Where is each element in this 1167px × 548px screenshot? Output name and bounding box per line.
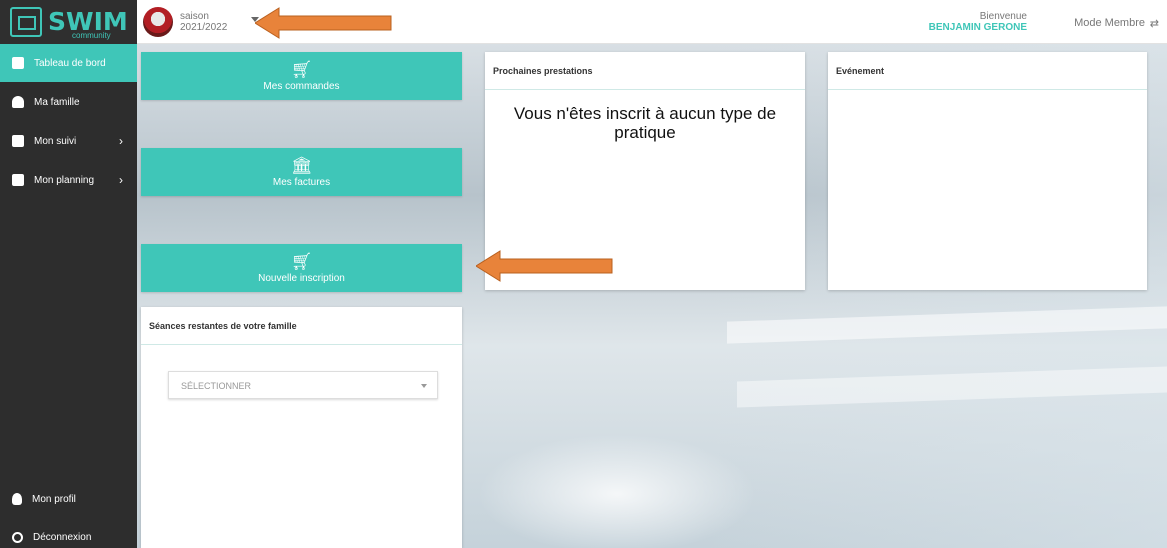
top-bar: SWIM community saison 2021/2022 Bienvenu… (0, 0, 1167, 44)
button-label: Nouvelle inscription (258, 272, 345, 284)
sidebar-item-family[interactable]: Ma famille (0, 83, 137, 121)
welcome-label: Bienvenue (979, 11, 1027, 22)
annotation-arrow-registration (476, 250, 613, 282)
water-splash (477, 434, 757, 548)
remaining-sessions-card: Séances restantes de votre famille SÉLEC… (141, 307, 462, 548)
chevron-right-icon: › (119, 173, 123, 187)
sidebar-item-dashboard[interactable]: Tableau de bord (0, 44, 137, 82)
lane-rope (737, 366, 1167, 408)
cart-plus-icon: 🛒︎ (290, 251, 313, 271)
empty-message: Vous n'êtes inscrit à aucun type de prat… (513, 104, 777, 142)
button-label: Mes factures (272, 176, 331, 188)
chevron-right-icon: › (119, 134, 123, 148)
user-name: BENJAMIN GERONE (928, 22, 1027, 33)
calendar-icon (12, 174, 24, 186)
caret-down-icon (421, 384, 427, 388)
bank-icon: 🏛︎ (290, 155, 313, 175)
my-invoices-button[interactable]: 🏛︎ Mes factures (141, 148, 462, 196)
sidebar-item-label: Ma famille (34, 96, 80, 108)
select-placeholder: SÉLECTIONNER (181, 381, 252, 391)
sidebar-item-label: Déconnexion (33, 531, 92, 543)
sidebar-item-label: Mon suivi (34, 135, 77, 147)
annotation-arrow-season (255, 7, 392, 39)
new-registration-button[interactable]: 🛒︎ Nouvelle inscription (141, 244, 462, 292)
sidebar-item-profile[interactable]: Mon profil (0, 480, 137, 518)
sidebar-item-tracking[interactable]: Mon suivi › (0, 122, 137, 160)
logo-subtitle: community (72, 31, 111, 40)
card-title: Prochaines prestations (485, 52, 805, 90)
power-icon (12, 531, 23, 543)
swim-logo-icon (10, 7, 42, 37)
events-card: Evénement (828, 52, 1147, 290)
sidebar-item-label: Mon profil (32, 493, 76, 505)
card-title: Evénement (828, 52, 1147, 90)
sidebar-item-planning[interactable]: Mon planning › (0, 161, 137, 199)
clipboard-icon (12, 135, 24, 147)
sidebar-item-logout[interactable]: Déconnexion (0, 518, 137, 548)
season-selector[interactable]: saison 2021/2022 (180, 11, 227, 33)
app-logo[interactable]: SWIM community (0, 0, 137, 44)
clipboard-icon (12, 57, 24, 69)
sidebar-item-label: Tableau de bord (34, 57, 106, 69)
cart-icon: 🛒︎ (290, 59, 313, 79)
season-label: saison (180, 11, 209, 22)
swap-icon[interactable]: ⇄ (1150, 17, 1159, 30)
season-value: 2021/2022 (180, 22, 228, 33)
welcome-block: Bienvenue BENJAMIN GERONE (929, 11, 1027, 33)
lane-rope (727, 306, 1167, 344)
sidebar-item-label: Mon planning (34, 174, 95, 186)
my-orders-button[interactable]: 🛒︎ Mes commandes (141, 52, 462, 100)
user-icon (12, 493, 22, 505)
family-member-select[interactable]: SÉLECTIONNER (168, 371, 438, 399)
club-logo (143, 7, 173, 37)
logo-text: SWIM (48, 7, 128, 36)
card-title: Séances restantes de votre famille (141, 307, 462, 345)
mode-toggle-label[interactable]: Mode Membre (1074, 17, 1145, 29)
button-label: Mes commandes (263, 80, 340, 92)
sidebar: Tableau de bord Ma famille Mon suivi › M… (0, 44, 137, 548)
users-icon (12, 96, 24, 108)
